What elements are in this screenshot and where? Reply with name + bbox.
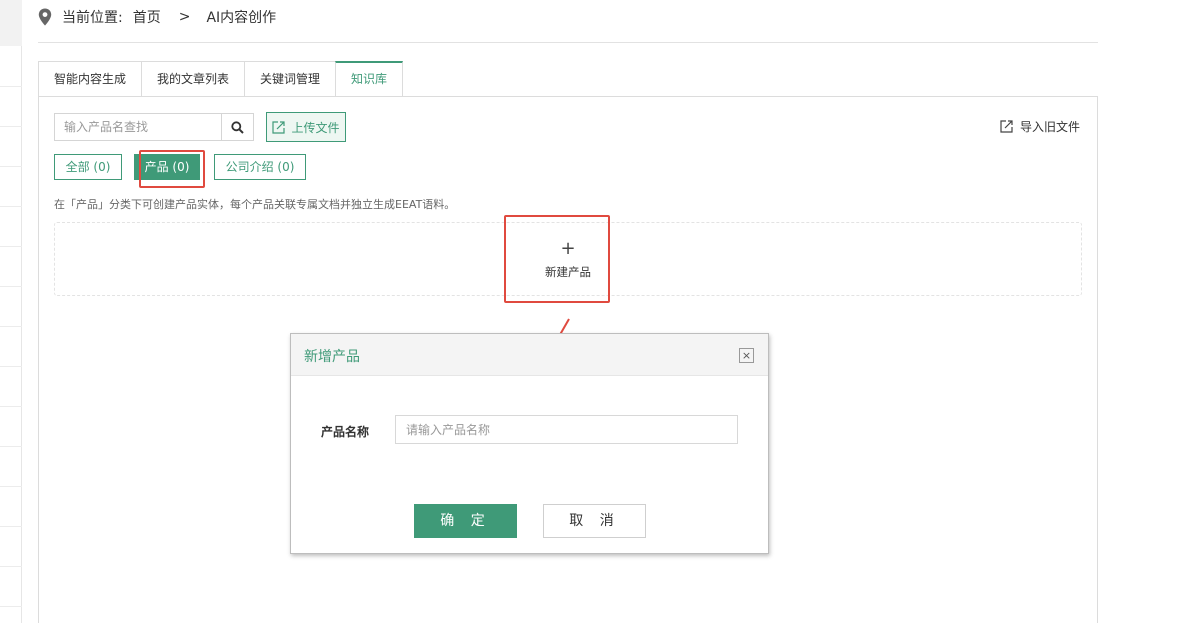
import-old-files-button[interactable]: 导入旧文件: [1000, 118, 1080, 135]
annotation-highlight-new-product: [504, 215, 610, 303]
tab-knowledge-base[interactable]: 知识库: [335, 61, 404, 97]
tab-my-articles[interactable]: 我的文章列表: [141, 61, 245, 97]
upload-file-label: 上传文件: [291, 120, 340, 135]
product-search: [54, 113, 254, 141]
breadcrumb-separator: >: [178, 9, 191, 25]
search-button[interactable]: [221, 114, 253, 140]
breadcrumb: 当前位置: 首页 > AI内容创作: [38, 6, 276, 28]
confirm-button[interactable]: 确 定: [414, 504, 517, 538]
filter-company-intro[interactable]: 公司介绍 (0): [214, 154, 306, 180]
product-name-input[interactable]: [395, 415, 738, 444]
filter-all[interactable]: 全部 (0): [54, 154, 122, 180]
side-list-header: [0, 0, 22, 46]
close-icon[interactable]: ×: [739, 348, 754, 363]
tab-smart-content[interactable]: 智能内容生成: [38, 61, 142, 97]
add-product-dialog: 新增产品 × 产品名称 确 定 取 消: [290, 333, 769, 554]
tab-bar: 智能内容生成 我的文章列表 关键词管理 知识库: [38, 61, 404, 97]
import-old-files-label: 导入旧文件: [1020, 120, 1081, 134]
breadcrumb-prefix: 当前位置:: [62, 10, 123, 26]
search-input[interactable]: [55, 114, 221, 140]
breadcrumb-home-link[interactable]: 首页: [133, 7, 161, 27]
upload-file-button[interactable]: 上传文件: [266, 112, 346, 142]
annotation-highlight-product-filter: [139, 150, 205, 188]
tab-keywords[interactable]: 关键词管理: [244, 61, 336, 97]
upload-icon: [272, 120, 286, 134]
product-name-label: 产品名称: [321, 425, 370, 439]
location-pin-icon: [38, 8, 52, 26]
dialog-header: 新增产品 ×: [291, 334, 768, 376]
divider: [38, 42, 1098, 43]
breadcrumb-current: AI内容创作: [206, 10, 277, 26]
side-list-edge: [0, 0, 22, 623]
search-icon: [231, 120, 244, 134]
import-icon: [1000, 120, 1013, 133]
category-hint: 在「产品」分类下可创建产品实体，每个产品关联专属文档并独立生成EEAT语料。: [54, 198, 456, 211]
cancel-button[interactable]: 取 消: [543, 504, 646, 538]
dialog-title: 新增产品: [304, 349, 360, 365]
